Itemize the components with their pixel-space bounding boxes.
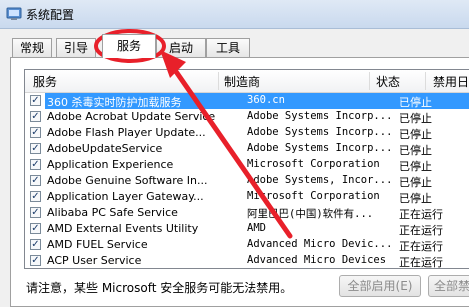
tab-tools[interactable]: 工具 <box>206 38 250 57</box>
service-manufacturer: Adobe Systems Incorp... <box>247 126 391 138</box>
service-checkbox[interactable]: ✓ <box>30 191 41 202</box>
services-list[interactable]: 服务 制造商 状态 禁用日 ✓ 360 杀毒实时防护加载服务 360.cn 已停止 ✓ A… <box>24 69 469 269</box>
tab-startup[interactable]: 启动 <box>156 38 206 57</box>
service-checkbox[interactable]: ✓ <box>30 159 41 170</box>
column-divider[interactable] <box>218 72 219 90</box>
service-checkbox[interactable]: ✓ <box>30 111 41 122</box>
tab-services[interactable]: 服务 <box>102 34 156 58</box>
table-row[interactable]: ✓ AdobeUpdateService Adobe Systems Incorp.… <box>25 141 469 157</box>
service-manufacturer: Adobe Systems Incorp... <box>247 110 391 122</box>
service-name: AdobeUpdateService <box>47 142 163 155</box>
row-cells: 360 杀毒实时防护加载服务 360.cn 已停止 <box>45 93 469 109</box>
service-manufacturer: 360.cn <box>247 94 285 106</box>
service-checkbox[interactable]: ✓ <box>30 255 41 266</box>
service-name: Adobe Flash Player Update... <box>47 126 206 139</box>
service-status: 正在运行 <box>399 224 443 237</box>
service-checkbox[interactable]: ✓ <box>30 175 41 186</box>
column-header-date-disabled[interactable]: 禁用日 <box>433 73 469 90</box>
row-cells: AMD External Events Utility AMD 正在运行 <box>45 221 469 237</box>
service-manufacturer: 阿里巴巴(中国)软件有... <box>247 208 374 220</box>
tab-boot[interactable]: 引导 <box>56 38 96 57</box>
service-name: AMD FUEL Service <box>47 238 148 251</box>
service-name: Application Experience <box>47 158 174 171</box>
list-header: 服务 制造商 状态 禁用日 <box>25 70 469 93</box>
service-status: 已停止 <box>399 96 432 109</box>
table-row[interactable]: ✓ Adobe Flash Player Update... Adobe Syste… <box>25 125 469 141</box>
column-header-service[interactable]: 服务 <box>33 73 57 90</box>
service-status: 正在运行 <box>399 208 443 221</box>
service-checkbox[interactable]: ✓ <box>30 127 41 138</box>
row-cells: ACP User Service Advanced Micro Devices 正在… <box>45 253 469 269</box>
table-row[interactable]: ✓ ACP User Service Advanced Micro Devices 正… <box>25 253 469 269</box>
service-status: 已停止 <box>399 112 432 125</box>
disable-all-button[interactable]: 全部禁用 <box>428 275 469 297</box>
row-cells: Adobe Acrobat Update Service Adobe System… <box>45 109 469 125</box>
title-bar: 系统配置 <box>0 0 469 29</box>
service-status: 已停止 <box>399 144 432 157</box>
table-row[interactable]: ✓ Application Experience Microsoft Corpora… <box>25 157 469 173</box>
service-checkbox[interactable]: ✓ <box>30 95 41 106</box>
window-title: 系统配置 <box>26 8 75 22</box>
service-status: 已停止 <box>399 176 432 189</box>
service-name: ACP User Service <box>47 254 142 267</box>
service-manufacturer: AMD <box>247 222 266 234</box>
service-status: 已停止 <box>399 192 432 205</box>
service-manufacturer: Advanced Micro Devices <box>247 254 387 266</box>
tab-general[interactable]: 常规 <box>12 38 52 57</box>
column-header-status[interactable]: 状态 <box>376 73 400 90</box>
column-divider[interactable] <box>425 72 426 90</box>
row-cells: Application Experience Microsoft Corporat… <box>45 157 469 173</box>
tab-strip: 常规 引导 服务 启动 工具 <box>0 28 469 58</box>
row-cells: Alibaba PC Safe Service 阿里巴巴(中国)软件有... 正在运… <box>45 205 469 221</box>
table-row[interactable]: ✓ AMD FUEL Service Advanced Micro Devic...… <box>25 237 469 253</box>
service-manufacturer: Adobe Systems Incorp... <box>247 142 391 154</box>
table-row[interactable]: ✓ AMD External Events Utility AMD 正在运行 <box>25 221 469 237</box>
row-cells: Adobe Genuine Software In... Adobe System… <box>45 173 469 189</box>
service-manufacturer: Microsoft Corporation <box>247 190 380 202</box>
service-status: 已停止 <box>399 128 432 141</box>
column-divider[interactable] <box>369 72 370 90</box>
table-row[interactable]: ✓ Alibaba PC Safe Service 阿里巴巴(中国)软件有... 正在… <box>25 205 469 221</box>
service-name: Adobe Acrobat Update Service <box>47 110 216 123</box>
service-name: 360 杀毒实时防护加载服务 <box>47 96 182 109</box>
service-manufacturer: Adobe Systems, Incor... <box>247 174 391 186</box>
service-manufacturer: Microsoft Corporation <box>247 158 380 170</box>
service-name: Alibaba PC Safe Service <box>47 206 178 219</box>
footer-note: 请注意，某些 Microsoft 安全服务可能无法禁用。 <box>26 281 293 295</box>
table-row[interactable]: ✓ Adobe Acrobat Update Service Adobe Syste… <box>25 109 469 125</box>
table-row[interactable]: ✓ Application Layer Gateway... Microsoft C… <box>25 189 469 205</box>
column-header-manufacturer[interactable]: 制造商 <box>224 73 260 90</box>
service-name: Application Layer Gateway... <box>47 190 204 203</box>
service-checkbox[interactable]: ✓ <box>30 143 41 154</box>
table-row[interactable]: ✓ 360 杀毒实时防护加载服务 360.cn 已停止 <box>25 93 469 109</box>
service-status: 正在运行 <box>399 256 443 269</box>
row-cells: Adobe Flash Player Update... Adobe System… <box>45 125 469 141</box>
service-status: 已停止 <box>399 160 432 173</box>
service-name: Adobe Genuine Software In... <box>47 174 208 187</box>
service-checkbox[interactable]: ✓ <box>30 207 41 218</box>
system-config-icon <box>6 7 22 20</box>
service-status: 正在运行 <box>399 240 443 253</box>
service-manufacturer: Advanced Micro Devic... <box>247 238 391 250</box>
service-name: AMD External Events Utility <box>47 222 199 235</box>
service-checkbox[interactable]: ✓ <box>30 239 41 250</box>
enable-all-button[interactable]: 全部启用(E) <box>339 275 421 297</box>
table-row[interactable]: ✓ Adobe Genuine Software In... Adobe Syste… <box>25 173 469 189</box>
service-checkbox[interactable]: ✓ <box>30 223 41 234</box>
row-cells: AdobeUpdateService Adobe Systems Incorp..… <box>45 141 469 157</box>
row-cells: Application Layer Gateway... Microsoft Co… <box>45 189 469 205</box>
row-cells: AMD FUEL Service Advanced Micro Devic... 正… <box>45 237 469 253</box>
